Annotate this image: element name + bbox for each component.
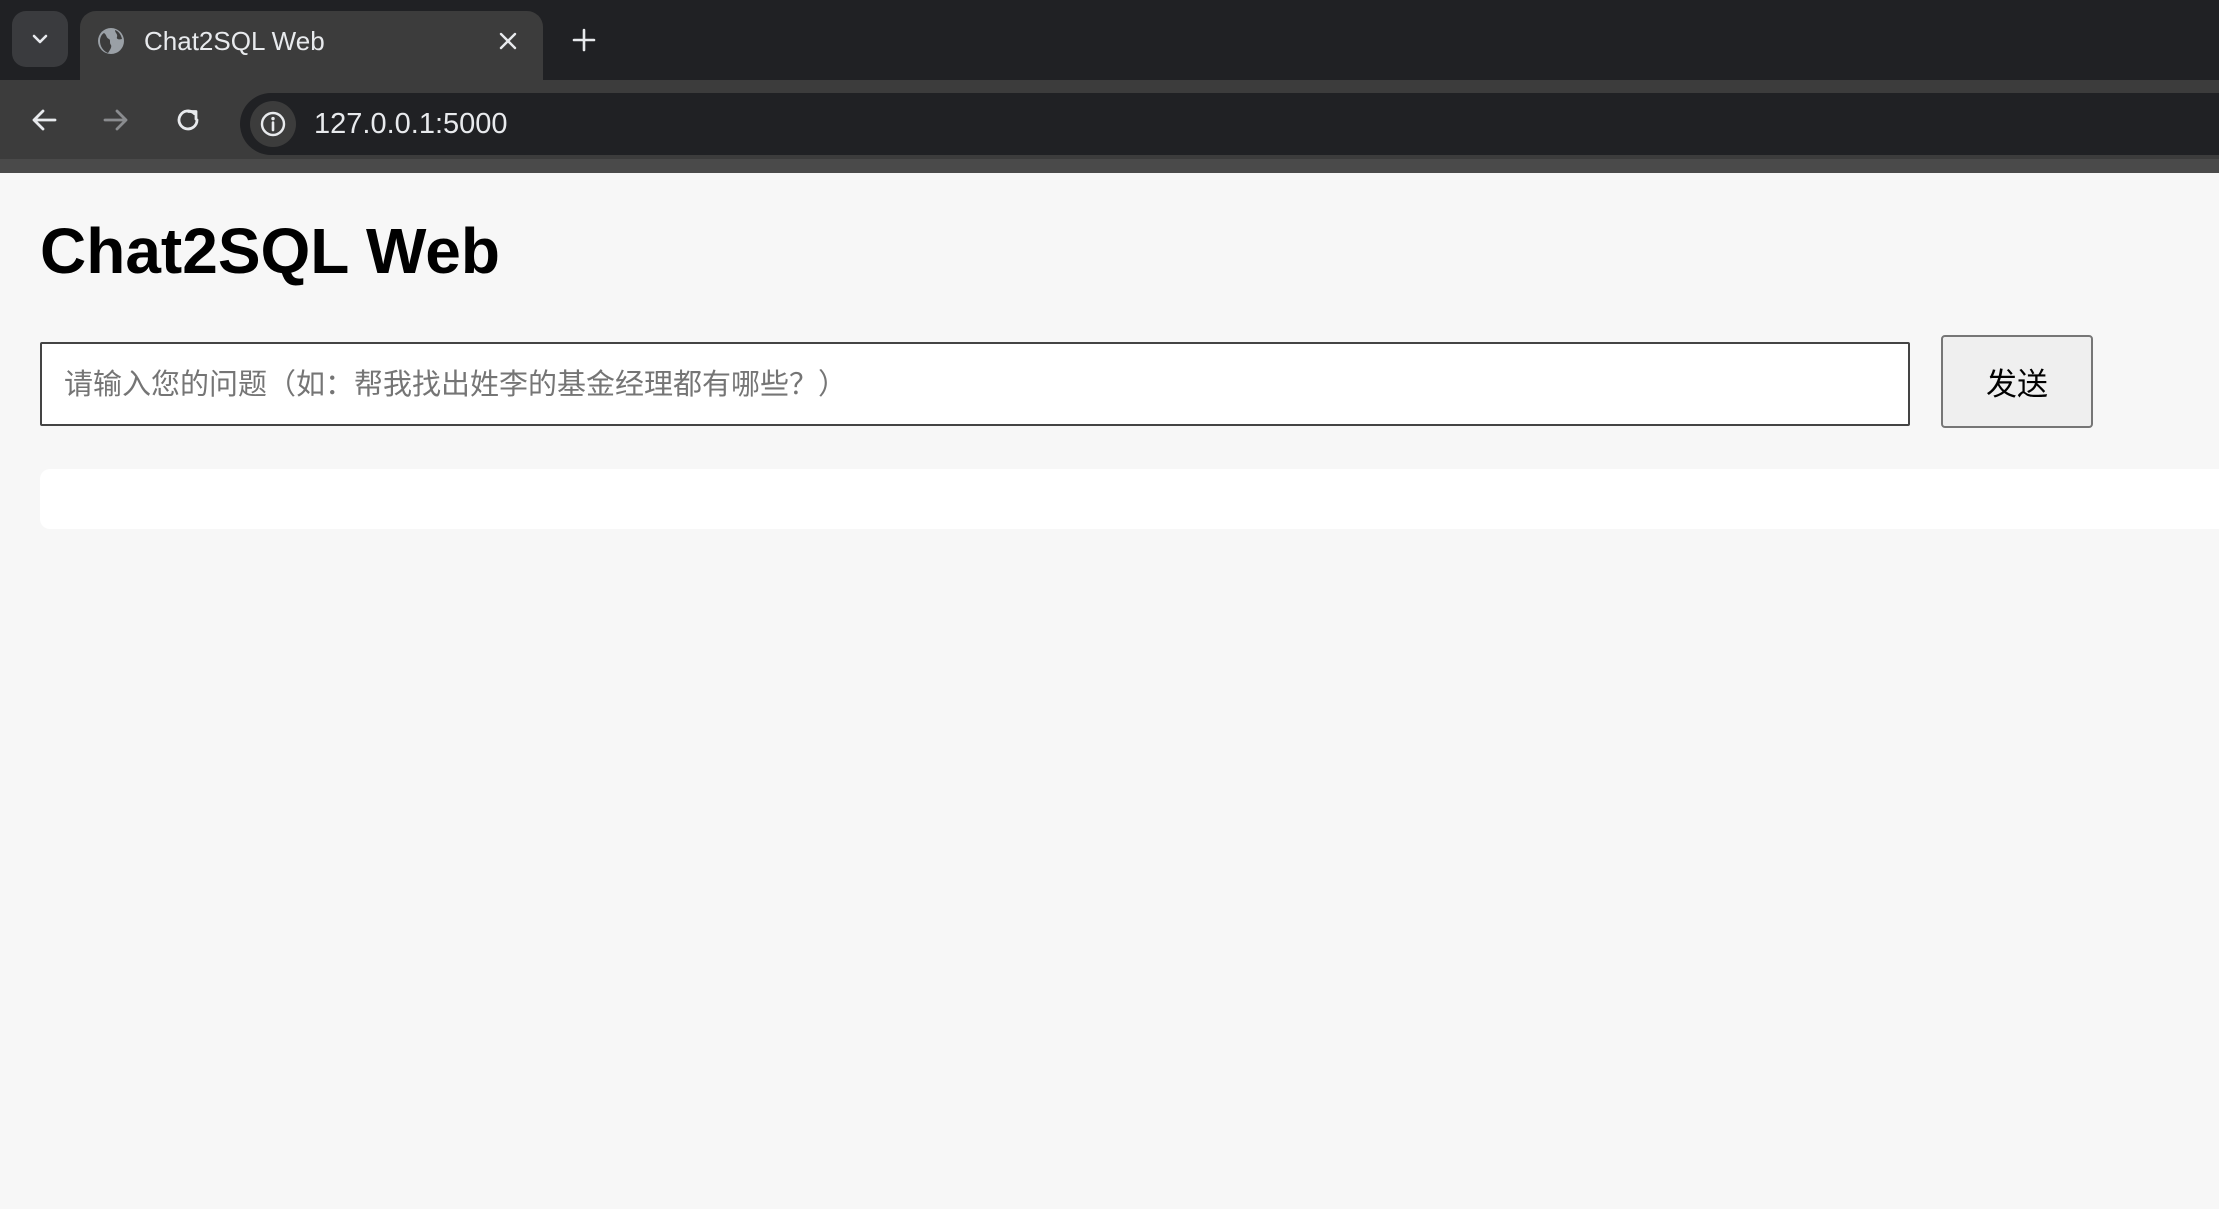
result-area (40, 469, 2219, 529)
chevron-down-icon (32, 34, 48, 44)
tab-title: Chat2SQL Web (144, 26, 325, 56)
question-input[interactable] (40, 342, 1910, 426)
close-icon (499, 32, 517, 50)
browser-tab[interactable]: Chat2SQL Web (80, 11, 543, 80)
arrow-right-icon (103, 109, 128, 131)
url-text[interactable]: 127.0.0.1:5000 (314, 105, 508, 143)
new-tab-button[interactable] (566, 22, 602, 58)
globe-icon (98, 28, 124, 54)
send-button[interactable]: 发送 (1941, 335, 2093, 428)
toolbar-divider (0, 159, 2219, 173)
site-info-button[interactable] (250, 101, 296, 147)
page-content: Chat2SQL Web 发送 (0, 173, 2219, 1209)
plus-icon (572, 28, 596, 52)
reload-icon (177, 109, 199, 131)
arrow-left-icon (32, 109, 57, 131)
page-title: Chat2SQL Web (40, 215, 500, 287)
browser-tabstrip: Chat2SQL Web (0, 0, 2219, 80)
reload-button[interactable] (167, 99, 209, 141)
tab-search-button[interactable] (12, 11, 68, 67)
tab-close-button[interactable] (493, 26, 523, 56)
info-icon (260, 111, 286, 137)
back-button[interactable] (23, 99, 65, 141)
forward-button[interactable] (95, 99, 137, 141)
address-bar[interactable]: 127.0.0.1:5000 (240, 93, 2219, 155)
browser-toolbar: 127.0.0.1:5000 (0, 80, 2219, 159)
